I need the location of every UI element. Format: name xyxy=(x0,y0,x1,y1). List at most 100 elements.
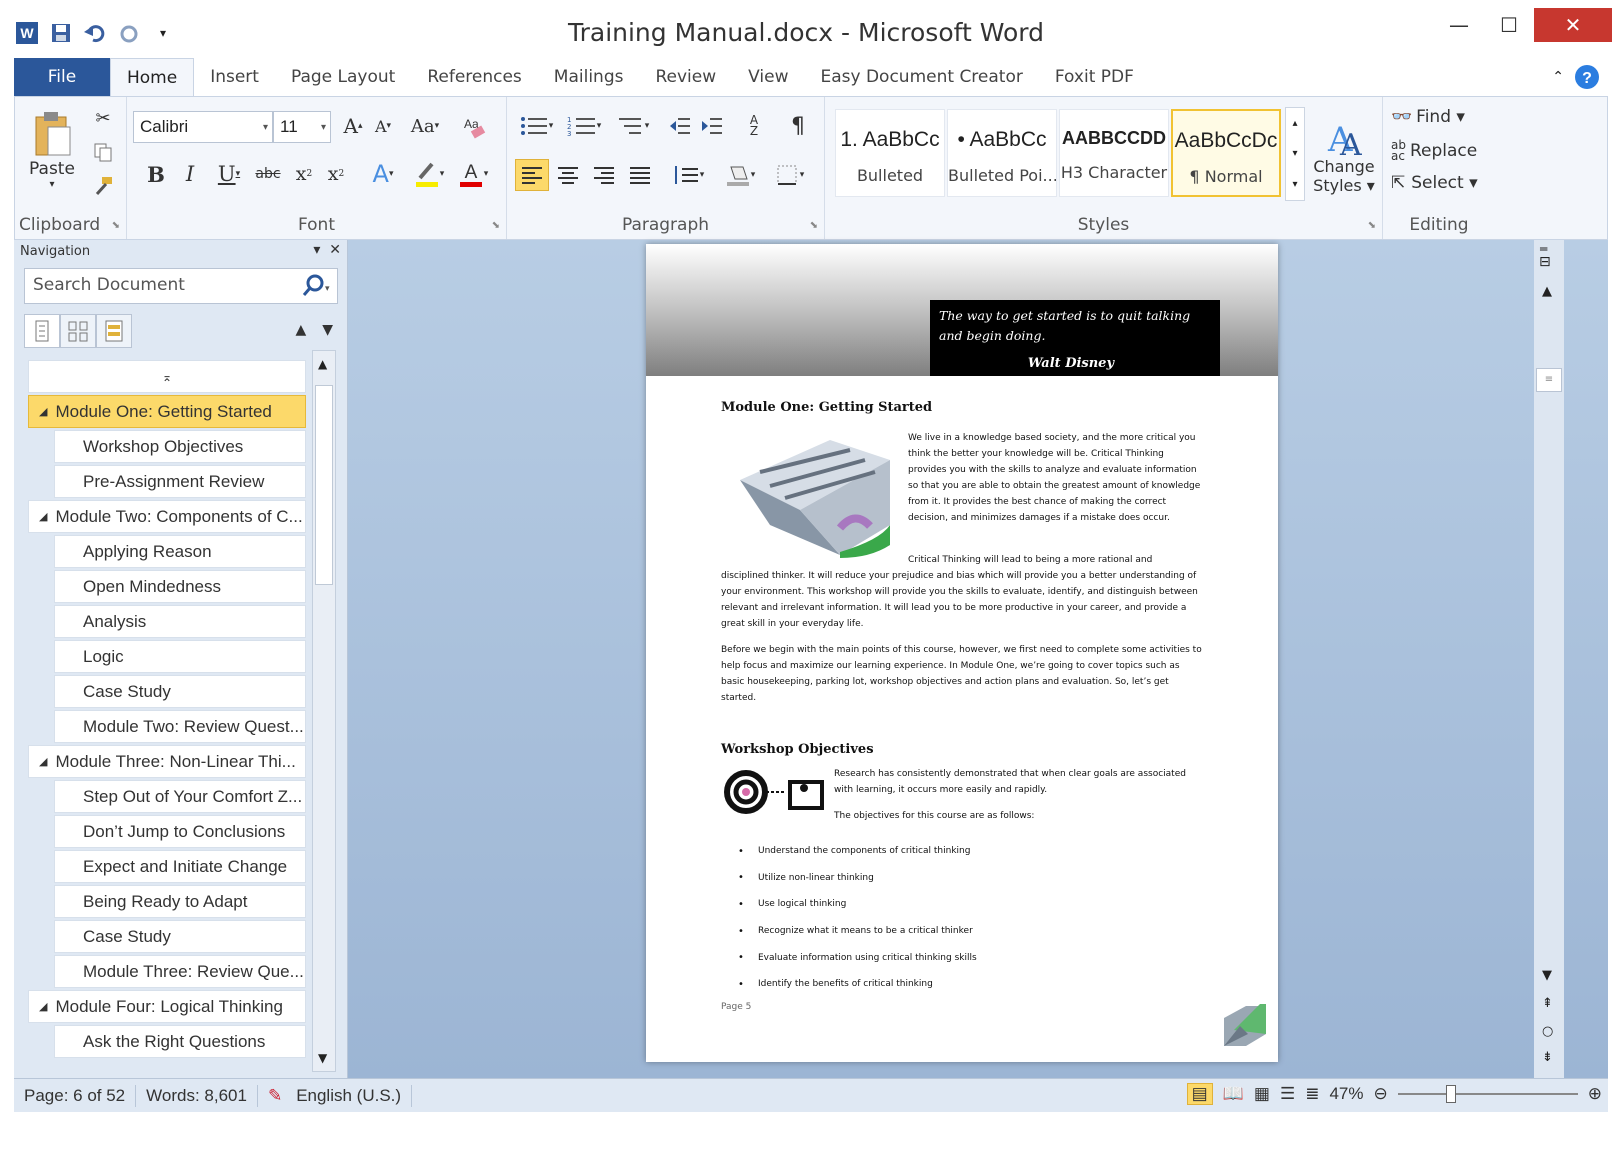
zoom-slider[interactable] xyxy=(1397,1085,1578,1103)
zoom-level[interactable]: 47% xyxy=(1329,1084,1363,1104)
headings-view-icon[interactable] xyxy=(24,314,60,348)
scroll-up-icon[interactable]: ▲ xyxy=(318,357,327,371)
nav-subheading-item[interactable]: Step Out of Your Comfort Z... xyxy=(54,780,306,813)
nav-subheading-item[interactable]: Don’t Jump to Conclusions xyxy=(54,815,306,848)
nav-heading-item[interactable]: ◢ Module Four: Logical Thinking xyxy=(28,990,306,1023)
nav-subheading-item[interactable]: Module Three: Review Que... xyxy=(54,955,306,988)
scroll-down-arrow-icon[interactable]: ▼ xyxy=(1542,968,1552,983)
font-size-combo[interactable]: 11 ▾ xyxy=(273,111,331,143)
style-bulleted[interactable]: 1. AaBbCc Bulleted xyxy=(835,109,945,197)
find-button[interactable]: 👓 Find ▾ xyxy=(1391,103,1491,131)
gallery-down-icon[interactable]: ▾ xyxy=(1292,148,1297,159)
font-name-combo[interactable]: Calibri ▾ xyxy=(133,111,273,143)
multilevel-list-icon[interactable]: ▾ xyxy=(611,111,653,141)
line-spacing-icon[interactable]: ▾ xyxy=(667,159,709,191)
search-icon[interactable]: ▾ xyxy=(299,273,331,304)
tab-page-layout[interactable]: Page Layout xyxy=(275,58,411,96)
highlight-icon[interactable]: ▾ xyxy=(409,159,449,189)
nav-subheading-item[interactable]: Analysis xyxy=(54,605,306,638)
tab-insert[interactable]: Insert xyxy=(194,58,275,96)
document-scroll-thumb[interactable]: ≡ xyxy=(1536,368,1562,392)
replace-button[interactable]: ab ac Replace xyxy=(1391,137,1491,165)
increase-indent-icon[interactable] xyxy=(697,111,727,141)
previous-heading-icon[interactable]: ▲ xyxy=(295,322,306,338)
page-count[interactable]: Page: 6 of 52 xyxy=(14,1084,137,1107)
previous-page-icon[interactable]: ⇞ xyxy=(1542,996,1553,1011)
tab-foxit-pdf[interactable]: Foxit PDF xyxy=(1039,58,1150,96)
browse-object-icon[interactable]: ○ xyxy=(1542,1024,1553,1039)
proofing-icon[interactable]: ✎ xyxy=(268,1086,282,1106)
minimize-button[interactable]: — xyxy=(1434,8,1484,42)
select-button[interactable]: ⇱ Select ▾ xyxy=(1391,169,1491,197)
gallery-up-icon[interactable]: ▴ xyxy=(1292,118,1297,129)
pane-close-icon[interactable]: ✕ xyxy=(329,242,341,258)
style-h3-character[interactable]: AABBCCDD H3 Character xyxy=(1059,109,1169,197)
nav-heading-item[interactable]: ◢ Module Three: Non-Linear Thi... xyxy=(28,745,306,778)
expand-triangle-icon[interactable]: ◢ xyxy=(39,1000,47,1013)
font-launcher-icon[interactable]: ⬊ xyxy=(492,220,500,231)
scroll-down-icon[interactable]: ▼ xyxy=(318,1051,327,1065)
collapse-all-headings[interactable]: ⌅ xyxy=(28,360,306,393)
superscript-icon[interactable]: x2 xyxy=(321,159,351,189)
collapse-ribbon-icon[interactable]: ⌃ xyxy=(1552,69,1564,85)
help-icon[interactable]: ? xyxy=(1574,64,1600,90)
sort-icon[interactable]: AZ xyxy=(739,111,769,141)
nav-subheading-item[interactable]: Open Mindedness xyxy=(54,570,306,603)
maximize-button[interactable]: ☐ xyxy=(1484,8,1534,42)
document-scrollbar[interactable]: ═ ⊟ ▲ ≡ ▼ ⇞ ○ ⇟ xyxy=(1534,240,1564,1078)
nav-subheading-item[interactable]: Case Study xyxy=(54,675,306,708)
shrink-font-icon[interactable]: A ▾ xyxy=(369,111,397,141)
nav-heading-item[interactable]: ◢ Module Two: Components of C... xyxy=(28,500,306,533)
full-screen-reading-icon[interactable]: 📖 xyxy=(1223,1084,1244,1104)
bold-icon[interactable]: B xyxy=(143,159,169,189)
pane-menu-icon[interactable]: ▾ xyxy=(313,242,320,258)
change-case-icon[interactable]: Aa ▾ xyxy=(405,111,445,141)
nav-subheading-item[interactable]: Pre-Assignment Review xyxy=(54,465,306,498)
styles-gallery-scroll[interactable]: ▴ ▾ ▾ xyxy=(1285,107,1305,201)
expand-triangle-icon[interactable]: ◢ xyxy=(39,405,47,418)
paragraph-launcher-icon[interactable]: ⬊ xyxy=(810,220,818,231)
expand-triangle-icon[interactable]: ◢ xyxy=(39,755,47,768)
outline-view-icon[interactable]: ☰ xyxy=(1280,1084,1295,1104)
search-document-input[interactable]: Search Document ▾ xyxy=(24,268,338,304)
style-bulleted-point[interactable]: • AaBbCc Bulleted Poi... xyxy=(947,109,1057,197)
nav-subheading-item[interactable]: Case Study xyxy=(54,920,306,953)
gallery-more-icon[interactable]: ▾ xyxy=(1292,179,1297,190)
close-button[interactable]: ✕ xyxy=(1534,8,1612,42)
draft-view-icon[interactable]: ≣ xyxy=(1305,1084,1319,1104)
tab-home[interactable]: Home xyxy=(110,58,195,96)
collapse-icon[interactable]: ⌅ xyxy=(162,370,172,384)
align-right-icon[interactable] xyxy=(587,159,621,191)
language-indicator[interactable]: ✎ English (U.S.) xyxy=(258,1084,413,1107)
print-layout-icon[interactable]: ▤ xyxy=(1186,1083,1213,1105)
change-styles-button[interactable]: AA Change Styles ▾ xyxy=(1311,103,1377,207)
bullets-icon[interactable]: ▾ xyxy=(515,111,557,141)
grow-font-icon[interactable]: A ▴ xyxy=(339,111,367,141)
ruler-toggle-icon[interactable]: ⊟ xyxy=(1539,254,1551,270)
tab-mailings[interactable]: Mailings xyxy=(538,58,640,96)
strikethrough-icon[interactable]: abc xyxy=(251,159,285,189)
scroll-up-arrow-icon[interactable]: ▲ xyxy=(1542,284,1552,299)
scroll-thumb[interactable] xyxy=(315,385,333,585)
show-formatting-icon[interactable]: ¶ xyxy=(783,111,813,141)
word-count[interactable]: Words: 8,601 xyxy=(136,1084,258,1107)
italic-icon[interactable]: I xyxy=(177,159,203,189)
decrease-indent-icon[interactable] xyxy=(665,111,695,141)
nav-subheading-item[interactable]: Ask the Right Questions xyxy=(54,1025,306,1058)
justify-icon[interactable] xyxy=(623,159,657,191)
format-painter-icon[interactable] xyxy=(89,173,117,199)
numbering-icon[interactable]: 1 2 3 ▾ xyxy=(563,111,605,141)
nav-subheading-item[interactable]: Being Ready to Adapt xyxy=(54,885,306,918)
results-view-icon[interactable] xyxy=(96,314,132,348)
zoom-in-icon[interactable]: ⊕ xyxy=(1588,1084,1602,1104)
tab-easy-document-creator[interactable]: Easy Document Creator xyxy=(804,58,1038,96)
tab-file[interactable]: File xyxy=(14,58,110,96)
copy-icon[interactable] xyxy=(89,139,117,165)
tab-view[interactable]: View xyxy=(732,58,804,96)
zoom-slider-thumb[interactable] xyxy=(1445,1085,1456,1103)
align-center-icon[interactable] xyxy=(551,159,585,191)
nav-subheading-item[interactable]: Logic xyxy=(54,640,306,673)
nav-subheading-item[interactable]: Applying Reason xyxy=(54,535,306,568)
nav-subheading-item[interactable]: Expect and Initiate Change xyxy=(54,850,306,883)
subscript-icon[interactable]: x2 xyxy=(289,159,319,189)
